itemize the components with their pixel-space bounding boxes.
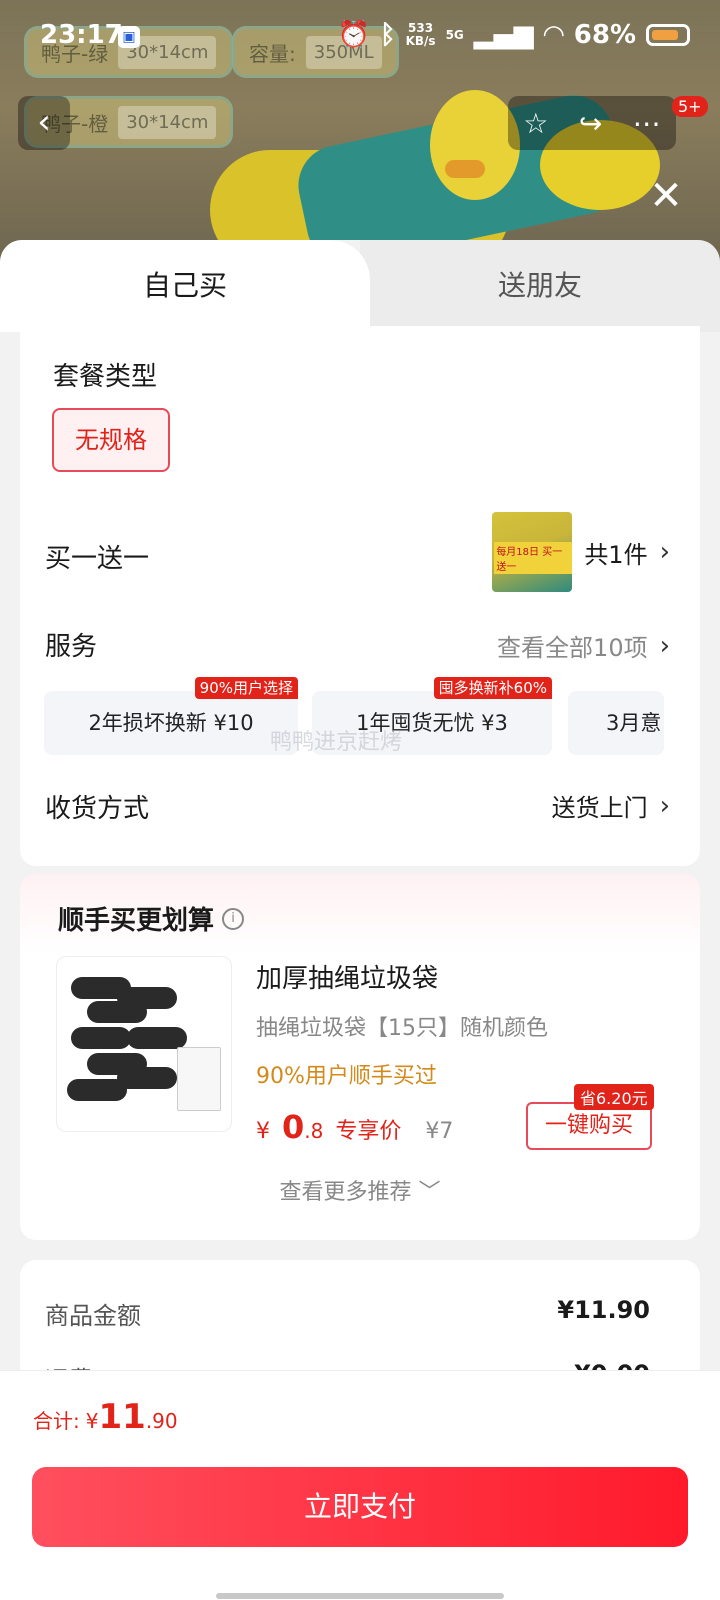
battery-percent: 68% [573, 20, 636, 50]
addon-hint: 90%用户顺手买过 [256, 1064, 437, 1089]
watermark: 鸭鸭进京赶烤 [270, 730, 403, 755]
save-tag: 省6.20元 [574, 1084, 654, 1110]
gift-thumbnail: 每月18日 买一送一 [492, 512, 573, 592]
package-type-title: 套餐类型 [53, 362, 158, 392]
service-option-1[interactable]: 2年损坏换新 ¥10 90%用户选择 [44, 677, 298, 755]
addon-product-name[interactable]: 加厚抽绳垃圾袋 [256, 958, 438, 995]
delivery-label: 收货方式 [45, 794, 150, 824]
goods-amount-row: 商品金额 ¥11.90 [45, 1296, 650, 1330]
close-sheet-button[interactable]: ✕ [646, 176, 686, 216]
service-option-3[interactable]: 3月意 [568, 691, 664, 755]
addon-card: 顺手买更划算 i 加厚抽绳垃圾袋 抽绳垃圾袋【15只】随机颜色 90%用户顺手买… [20, 874, 700, 1240]
status-bar: 23:17 ▣ ⏰ ᛒ 533 KB/s 5G ▂▄▆ ◠ 68% [0, 18, 720, 58]
chevron-down-icon: ﹀ [418, 1180, 441, 1205]
chevron-right-icon: › [659, 537, 670, 567]
toy-image-beak [445, 160, 485, 178]
service-tag: 90%用户选择 [194, 677, 298, 699]
top-action-group: ☆ ↪ ⋯ [508, 96, 676, 150]
back-button[interactable]: ‹ [18, 96, 70, 150]
battery-icon [646, 24, 690, 46]
message-badge: 5+ [672, 96, 708, 117]
share-icon[interactable]: ↪ [579, 107, 602, 140]
more-icon[interactable]: ⋯ [633, 107, 661, 140]
service-tag: 囤多换新补60% [433, 677, 552, 699]
total-price: 合计: ¥ 11 .90 [33, 1397, 178, 1437]
chevron-right-icon: › [659, 630, 670, 661]
purchase-tabs: 送朋友 自己买 [0, 240, 720, 332]
bogo-label: 买一送一 [45, 544, 150, 574]
network-type: 5G [445, 27, 464, 42]
chevron-right-icon: › [659, 790, 670, 821]
signal-icon: ▂▄▆ [473, 20, 534, 50]
addon-title: 顺手买更划算 i [58, 900, 245, 937]
alarm-icon: ⏰ [337, 20, 370, 50]
pay-now-button[interactable]: 立即支付 [32, 1467, 688, 1547]
original-price: ¥7 [425, 1119, 454, 1144]
bogo-row[interactable]: 每月18日 买一送一 共1件 › [492, 512, 670, 592]
more-recommendations[interactable]: 查看更多推荐 ﹀ [20, 1174, 700, 1206]
toy-image-duck [430, 90, 520, 200]
addon-price: ¥ 0 .8 专享价 ¥7 [256, 1108, 454, 1146]
status-time: 23:17 [40, 20, 123, 50]
network-speed: 533 KB/s [405, 21, 436, 48]
app-notification-icon: ▣ [118, 26, 140, 48]
addon-product-image[interactable] [56, 956, 232, 1132]
gift-count: 共1件 [584, 540, 648, 569]
home-indicator[interactable] [216, 1593, 504, 1599]
wifi-icon: ◠ [543, 20, 564, 50]
checkout-bar: 合计: ¥ 11 .90 立即支付 [0, 1370, 720, 1600]
spec-option-button[interactable]: 无规格 [52, 408, 170, 472]
info-icon[interactable]: i [222, 907, 245, 930]
tab-self-buy[interactable]: 自己买 [0, 240, 370, 332]
options-card: 套餐类型 无规格 买一送一 每月18日 买一送一 共1件 › 服务 查看全部10… [20, 326, 700, 866]
bluetooth-icon: ᛒ [379, 20, 396, 50]
tab-gift-friend[interactable]: 送朋友 [360, 240, 720, 332]
addon-product-spec: 抽绳垃圾袋【15只】随机颜色 [256, 1016, 548, 1041]
service-label: 服务 [45, 632, 98, 662]
service-view-all[interactable]: 查看全部10项 › [497, 628, 670, 663]
favorite-star-icon[interactable]: ☆ [523, 107, 548, 140]
delivery-method[interactable]: 送货上门 › [552, 788, 670, 823]
